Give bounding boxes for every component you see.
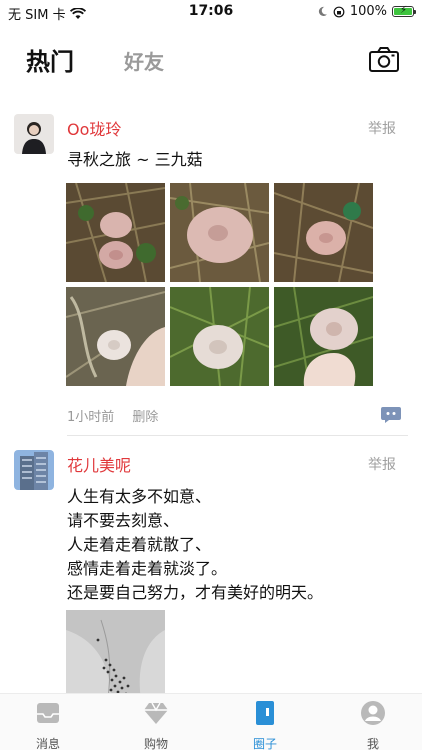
tab-hot[interactable]: 热门 <box>26 42 74 77</box>
post-photo[interactable] <box>66 610 165 696</box>
tab-label: 消息 <box>35 737 60 751</box>
post-username[interactable]: 花儿美呢 <box>67 452 131 476</box>
post-text-line: 人走着走着就散了、 <box>67 535 212 554</box>
tab-friends[interactable]: 好友 <box>124 46 164 75</box>
post-photo[interactable] <box>170 183 269 282</box>
photo-grid <box>66 183 373 386</box>
post-username[interactable]: Oo珑玲 <box>67 116 121 140</box>
post-photo[interactable] <box>274 183 373 282</box>
tab-circle[interactable]: 圈子 <box>235 700 295 752</box>
post-photo[interactable] <box>66 183 165 282</box>
report-button[interactable]: 举报 <box>368 454 396 474</box>
top-header: 热门 好友 <box>0 40 422 80</box>
post-meta: 1小时前 删除 <box>67 406 172 425</box>
post-text-line: 感情走着走着就淡了。 <box>67 559 228 578</box>
report-button[interactable]: 举报 <box>368 118 396 138</box>
charging-icon: ⚡ <box>400 5 408 16</box>
post-photo[interactable] <box>170 287 269 386</box>
message-icon <box>37 703 59 723</box>
post-divider <box>67 435 408 436</box>
tab-messages[interactable]: 消息 <box>18 700 78 752</box>
profile-icon <box>361 701 385 725</box>
status-bar: 无 SIM 卡 17:06 100% ⚡ <box>0 0 422 24</box>
tab-label: 我 <box>366 737 379 751</box>
avatar[interactable] <box>14 450 54 490</box>
shopping-icon <box>144 702 168 724</box>
status-right: 100% ⚡ <box>317 4 416 19</box>
tab-label: 圈子 <box>252 737 277 751</box>
rotation-lock-icon <box>333 6 345 17</box>
post-text: 寻秋之旅 ~ 三九菇 <box>67 150 203 169</box>
battery-icon: ⚡ <box>392 5 416 17</box>
post-text-line: 请不要去刻意、 <box>67 511 180 530</box>
tab-me[interactable]: 我 <box>343 700 403 752</box>
comment-icon[interactable] <box>380 406 402 424</box>
camera-icon[interactable] <box>368 46 400 74</box>
post-text-line: 还是要自己努力，才有美好的明天。 <box>67 583 324 602</box>
moon-icon <box>318 6 327 17</box>
tab-label: 购物 <box>143 737 168 751</box>
circle-icon <box>256 701 274 725</box>
post-photo[interactable] <box>274 287 373 386</box>
tab-shopping[interactable]: 购物 <box>126 700 186 752</box>
post-text: 人生有太多不如意、 请不要去刻意、 人走着走着就散了、 感情走着走着就淡了。 还… <box>67 485 323 605</box>
delete-button[interactable]: 删除 <box>132 410 158 425</box>
feed[interactable]: Oo珑玲 举报 寻秋之旅 ~ 三九菇 1小时前 删除 花儿美呢 举报 人生有太多… <box>0 96 422 696</box>
battery-percent: 100% <box>349 4 387 19</box>
post-time: 1小时前 <box>67 410 115 425</box>
avatar[interactable] <box>14 114 54 154</box>
post-photo[interactable] <box>66 287 165 386</box>
bottom-tab-bar: 消息 购物 圈子 我 <box>0 693 422 752</box>
post-text-line: 人生有太多不如意、 <box>67 487 212 506</box>
